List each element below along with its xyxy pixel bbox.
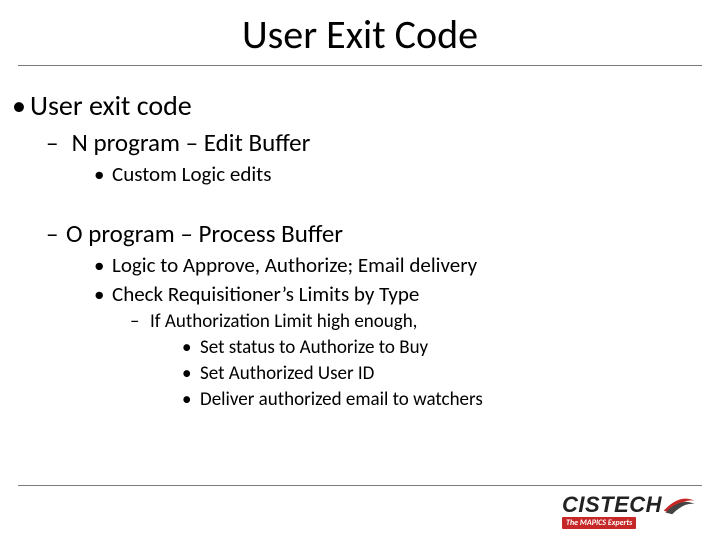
- bullet-l5: Set status to Authorize to Buy: [200, 336, 690, 360]
- bullet-l3: Custom Logic edits: [112, 161, 690, 187]
- bullet-l3: Logic to Approve, Authorize; Email deliv…: [112, 252, 690, 278]
- bullet-l4: If Authorization Limit high enough,: [150, 310, 690, 334]
- bullet-l3: Check Requisitioner’s Limits by Type: [112, 281, 690, 307]
- spacer: [30, 188, 690, 214]
- slide-title: User Exit Code: [0, 0, 720, 65]
- bullet-l2: O program – Process Buffer: [66, 218, 690, 249]
- bullet-l5: Deliver authorized email to watchers: [200, 388, 690, 412]
- logo-tagline: The MAPICS Experts: [562, 517, 636, 529]
- swoosh-icon: [662, 492, 696, 516]
- footer-rule: [18, 485, 702, 486]
- bullet-l5: Set Authorized User ID: [200, 362, 690, 386]
- bullet-l1: User exit code: [30, 88, 690, 123]
- slide: User Exit Code User exit code N program …: [0, 0, 720, 540]
- cistech-logo: CISTECH The MAPICS Experts: [562, 494, 692, 528]
- bullet-l2: N program – Edit Buffer: [66, 127, 690, 158]
- slide-body: User exit code N program – Edit Buffer C…: [0, 66, 720, 411]
